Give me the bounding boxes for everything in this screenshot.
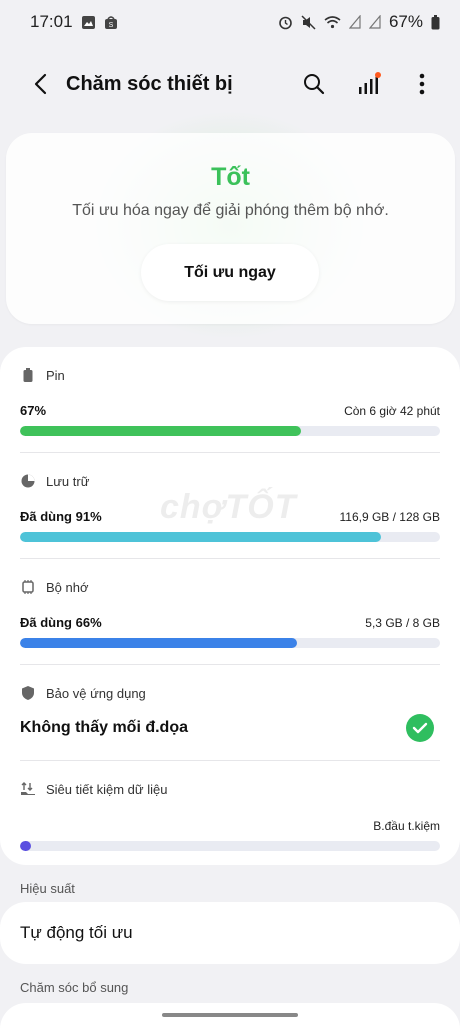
shopping-bag-icon: S (104, 15, 118, 30)
check-icon (406, 714, 434, 742)
divider (20, 760, 440, 761)
divider (20, 452, 440, 453)
additional-care-heading: Chăm sóc bổ sung (20, 980, 129, 995)
data-saver-status: B.đầu t.kiệm (373, 819, 440, 833)
back-arrow-icon (34, 73, 47, 95)
battery-value: 67% (20, 403, 47, 418)
storage-value: Đã dùng 91% (20, 509, 102, 524)
divider (20, 558, 440, 559)
memory-progress-bar (20, 638, 440, 648)
storage-detail: 116,9 GB / 128 GB (339, 509, 440, 524)
memory-progress-fill (20, 638, 298, 648)
diagnostics-button[interactable] (348, 64, 388, 104)
more-options-button[interactable] (402, 64, 442, 104)
status-bar: 17:01 S 67% (0, 0, 460, 44)
storage-progress-fill (20, 532, 382, 542)
performance-heading: Hiệu suất (20, 881, 75, 896)
storage-label: Lưu trữ (46, 473, 90, 489)
signal-icon-2 (368, 15, 381, 29)
status-message: Tối ưu hóa ngay để giải phóng thêm bộ nh… (72, 202, 389, 219)
device-status: Tốt (211, 163, 250, 191)
memory-chip-icon (22, 580, 34, 594)
battery-progress-fill (20, 426, 302, 436)
shield-icon (22, 686, 34, 700)
data-saver-icon (21, 782, 35, 795)
optimize-now-button[interactable]: Tối ưu ngay (141, 244, 319, 301)
auto-optimize-item[interactable]: Tự động tối ưu (0, 902, 460, 964)
status-card: Tốt Tối ưu hóa ngay để giải phóng thêm b… (6, 133, 455, 324)
svg-text:S: S (108, 22, 113, 29)
memory-section[interactable]: Bộ nhớ Đã dùng 66% 5,3 GB / 8 GB (20, 579, 440, 648)
app-protection-label: Bảo vệ ứng dụng (46, 685, 146, 701)
battery-progress-bar (20, 426, 440, 436)
mute-icon (301, 14, 316, 30)
data-saver-progress-fill (20, 841, 31, 851)
battery-percent: 67% (388, 12, 423, 31)
battery-icon (431, 14, 440, 30)
app-bar: Chăm sóc thiết bị (0, 52, 460, 116)
pie-chart-icon (21, 474, 35, 488)
home-indicator[interactable] (162, 1013, 298, 1017)
data-saver-section[interactable]: Siêu tiết kiệm dữ liệu B.đầu t.kiệm (20, 781, 440, 851)
data-saver-label: Siêu tiết kiệm dữ liệu (46, 781, 168, 797)
more-vertical-icon (419, 73, 425, 95)
device-stats-card: Pin 67% Còn 6 giờ 42 phút Lưu trữ Đã dùn… (0, 347, 460, 865)
divider (20, 664, 440, 665)
app-protection-section[interactable]: Bảo vệ ứng dụng Không thấy mối đ.dọa (20, 685, 440, 742)
search-icon (304, 74, 325, 95)
memory-value: Đã dùng 66% (20, 615, 102, 630)
status-time: 17:01 (30, 12, 73, 31)
battery-label: Pin (46, 367, 65, 383)
back-button[interactable] (18, 62, 62, 106)
watermark: chợTỐT (160, 488, 297, 526)
wifi-icon (324, 15, 341, 29)
battery-section[interactable]: Pin 67% Còn 6 giờ 42 phút (20, 367, 440, 436)
battery-icon (23, 368, 33, 382)
memory-label: Bộ nhớ (46, 579, 89, 595)
gallery-icon (81, 15, 96, 30)
page-title: Chăm sóc thiết bị (66, 72, 233, 95)
search-button[interactable] (294, 64, 334, 104)
additional-care-card[interactable] (0, 1003, 460, 1033)
alarm-icon (278, 15, 293, 30)
data-saver-progress-bar (20, 841, 440, 851)
memory-detail: 5,3 GB / 8 GB (365, 615, 440, 630)
storage-progress-bar (20, 532, 440, 542)
battery-remaining: Còn 6 giờ 42 phút (344, 403, 440, 418)
threat-status: Không thấy mối đ.dọa (20, 719, 188, 736)
notification-dot (375, 72, 381, 78)
signal-icon (348, 15, 361, 29)
